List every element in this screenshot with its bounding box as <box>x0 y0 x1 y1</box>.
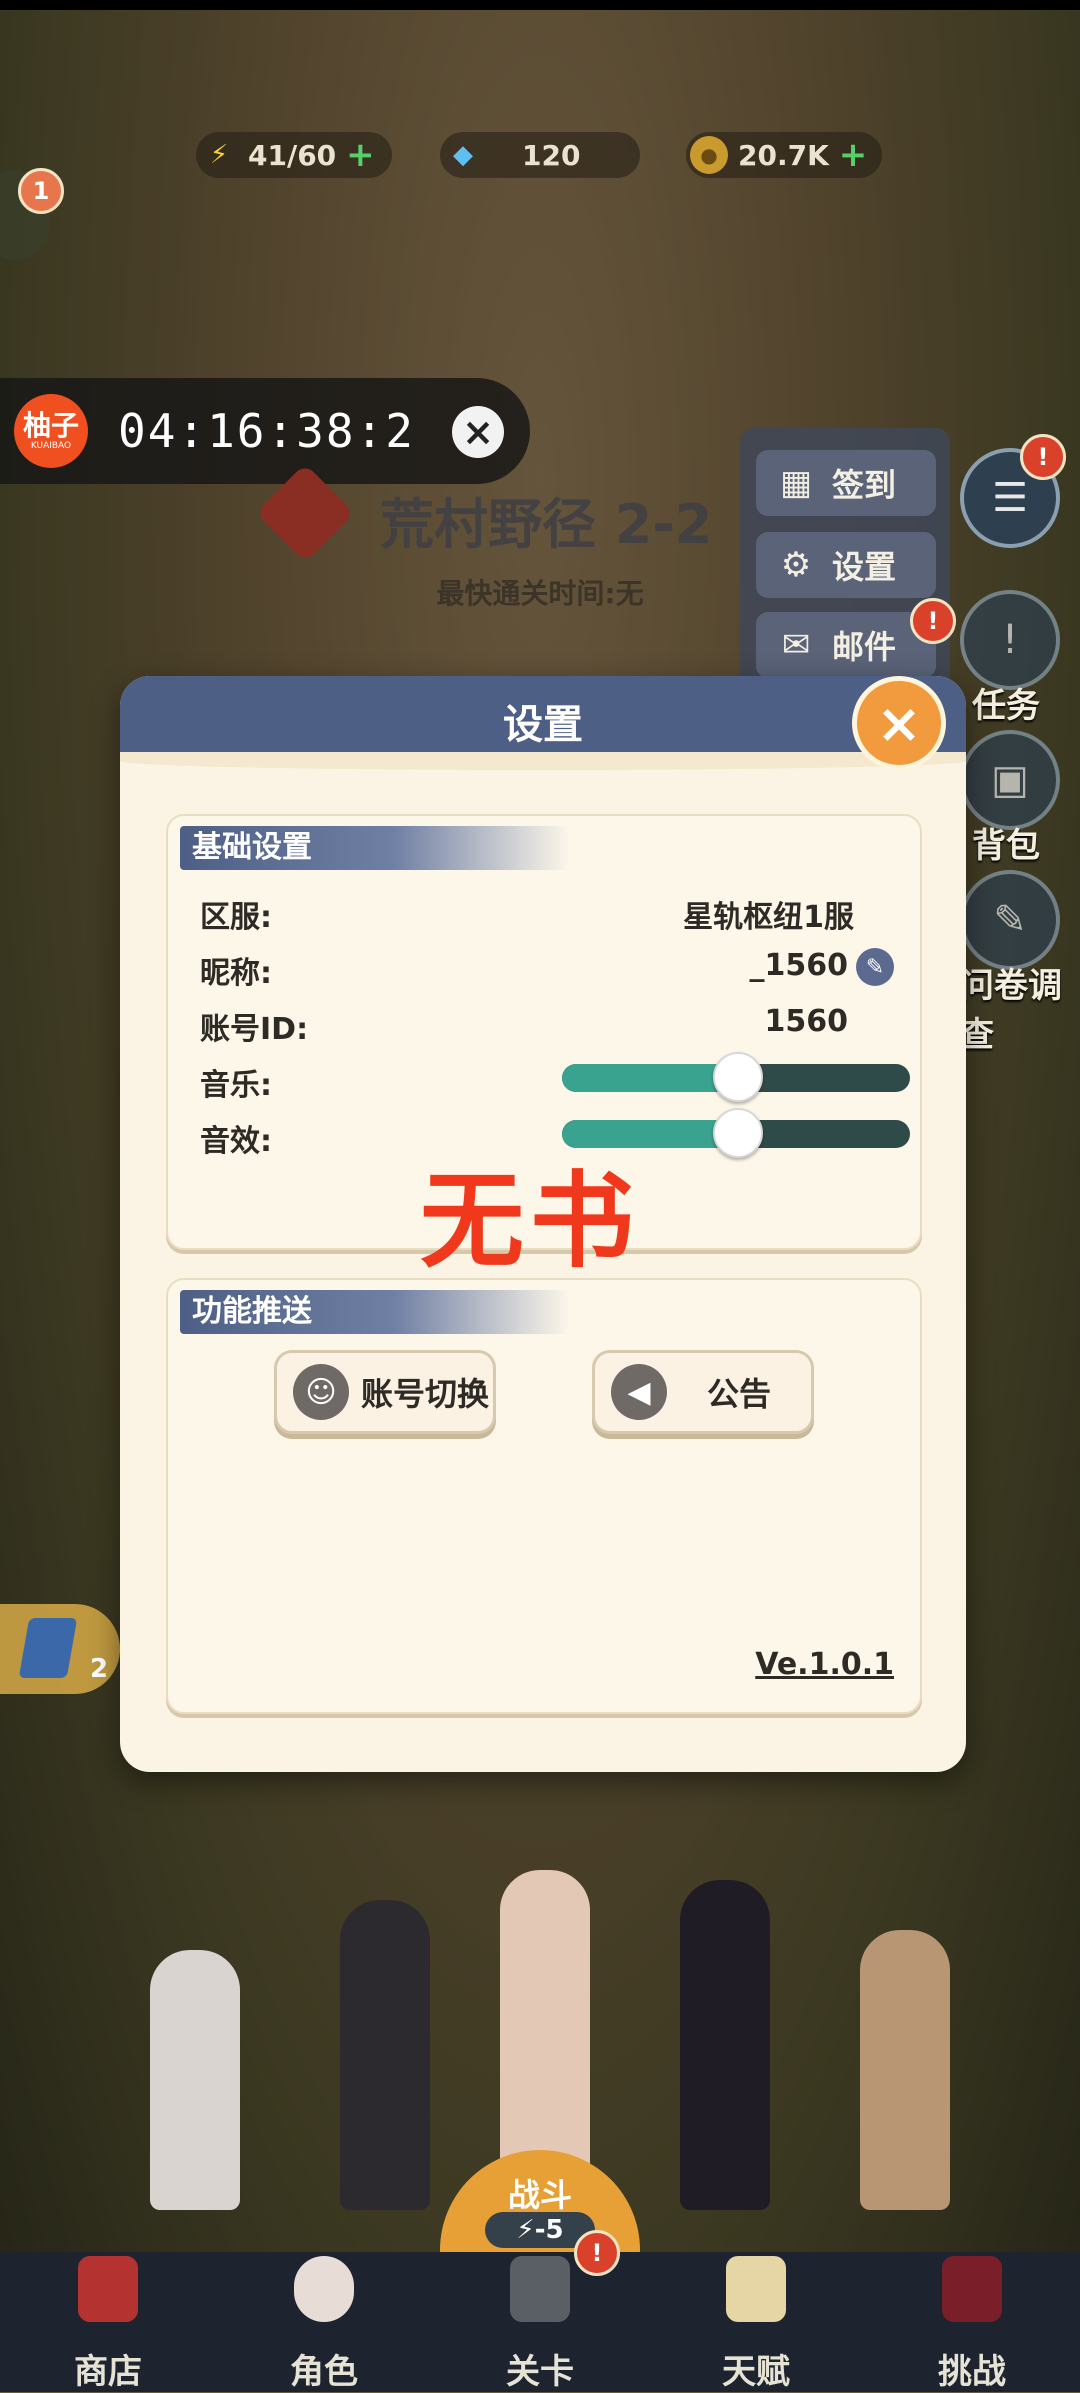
hero-cap-girl[interactable] <box>340 1900 430 2210</box>
edit-icon[interactable]: ✎ <box>856 948 894 986</box>
notification-badge: 1 <box>18 168 64 214</box>
nickname-row: 昵称: _1560 ✎ <box>200 942 894 991</box>
nickname-label: 昵称: <box>200 956 272 991</box>
character-icon <box>294 2256 354 2322</box>
function-heading: 功能推送 <box>180 1290 570 1334</box>
gold-bar[interactable]: ● 20.7K + <box>686 132 882 178</box>
hero-witch[interactable] <box>680 1880 770 2210</box>
mail-button[interactable]: ✉ 邮件 <box>756 612 936 678</box>
music-label: 音乐: <box>200 1068 272 1103</box>
mail-label: 邮件 <box>832 628 897 666</box>
account-label: 账号ID: <box>200 1012 309 1047</box>
nav-stage[interactable]: 关卡 <box>432 2252 648 2392</box>
sfx-label: 音效: <box>200 1124 272 1159</box>
switch-account-label: 账号切换 <box>361 1375 490 1413</box>
mail-alert-badge: ! <box>910 598 956 644</box>
logo-text: 柚子 <box>22 409 79 442</box>
nav-shop-label: 商店 <box>74 2352 142 2392</box>
energy-value: 41/60 <box>248 138 337 172</box>
battle-cost-value: -5 <box>534 2215 564 2245</box>
hero-bunny[interactable] <box>150 1950 240 2210</box>
close-icon: × <box>876 691 922 755</box>
survey-label: 问卷调查 <box>960 966 1062 1055</box>
floating-timer[interactable]: 柚子 KUAIBAO 04:16:38:2 × <box>0 378 530 484</box>
music-row: 音乐: <box>200 1052 910 1103</box>
task-label: 任务 <box>972 686 1040 726</box>
pen-icon: ✎ <box>993 897 1027 943</box>
scroll-icon <box>726 2256 786 2322</box>
bag-label: 背包 <box>972 826 1040 866</box>
stage-title: 荒村野径 2-2 <box>380 493 713 556</box>
mail-icon: ✉ <box>781 625 811 665</box>
account-value: 1560 <box>764 1004 849 1039</box>
diamond-value: 120 <box>522 138 581 172</box>
user-switch-icon: ☺ <box>293 1364 349 1420</box>
task-button[interactable]: ! <box>960 590 1060 690</box>
watermark-text: 无书 <box>420 1160 641 1282</box>
coin-icon: ● <box>690 136 728 174</box>
nav-challenge[interactable]: 挑战 <box>864 2252 1080 2392</box>
add-energy-icon[interactable]: + <box>346 135 375 175</box>
menu-alert-badge: ! <box>1020 434 1066 480</box>
battle-label: 战斗 <box>507 2176 572 2214</box>
nav-talent[interactable]: 天赋 <box>648 2252 864 2392</box>
checkin-label: 签到 <box>832 466 897 504</box>
stage-alert-badge: ! <box>574 2230 620 2276</box>
rifle-icon <box>510 2256 570 2322</box>
nav-character[interactable]: 角色 <box>216 2252 432 2392</box>
music-slider-knob[interactable] <box>713 1052 763 1102</box>
nav-shop[interactable]: 商店 <box>0 2252 216 2392</box>
gear-icon: ⚙ <box>780 545 812 585</box>
survey-button[interactable]: ✎ <box>960 870 1060 970</box>
task-icon: ! <box>1001 617 1019 663</box>
settings-button[interactable]: ⚙ 设置 <box>756 532 936 598</box>
settings-label: 设置 <box>832 548 897 586</box>
function-panel: 功能推送 ☺ 账号切换 ◀ 公告 Ve.1.0.1 <box>166 1278 922 1714</box>
status-bar <box>0 0 1080 10</box>
gift-icon <box>78 2256 138 2322</box>
sfx-slider-knob[interactable] <box>713 1108 763 1158</box>
diamond-icon: ◆ <box>453 140 473 170</box>
bag-button[interactable]: ▣ <box>960 730 1060 830</box>
timer-close-button[interactable]: × <box>452 406 504 458</box>
gold-value: 20.7K <box>738 138 829 172</box>
energy-bar[interactable]: ⚡ 41/60 + <box>196 132 392 178</box>
nav-character-label: 角色 <box>290 2352 358 2392</box>
nav-challenge-label: 挑战 <box>938 2352 1006 2392</box>
crystal-icon <box>18 1618 78 1678</box>
music-slider[interactable] <box>562 1052 910 1102</box>
announcement-button[interactable]: ◀ 公告 <box>592 1350 814 1434</box>
server-label: 区服: <box>200 900 272 935</box>
close-icon: × <box>462 410 494 454</box>
nav-talent-label: 天赋 <box>722 2352 790 2392</box>
hero-sword[interactable] <box>860 1930 950 2210</box>
announcement-label: 公告 <box>707 1375 772 1413</box>
version-link[interactable]: Ve.1.0.1 <box>755 1647 894 1682</box>
dialog-close-button[interactable]: × <box>852 676 946 770</box>
switch-account-button[interactable]: ☺ 账号切换 <box>274 1350 496 1434</box>
list-icon: ☰ <box>992 475 1028 521</box>
nav-stage-label: 关卡 <box>506 2352 574 2392</box>
server-row: 区服: 星轨枢纽1服 <box>200 886 890 935</box>
timer-text: 04:16:38:2 <box>118 404 415 458</box>
app-logo: 柚子 KUAIBAO <box>14 394 88 468</box>
logo-subtext: KUAIBAO <box>30 441 72 451</box>
account-row: 账号ID: 1560 <box>200 998 890 1047</box>
megaphone-icon: ◀ <box>611 1364 667 1420</box>
nickname-value: _1560 <box>749 948 849 983</box>
add-gold-icon[interactable]: + <box>839 135 868 175</box>
server-value: 星轨枢纽1服 <box>683 900 854 935</box>
lightning-icon: ⚡ <box>209 140 229 170</box>
calendar-icon: ▦ <box>779 463 813 503</box>
bag-icon: ▣ <box>991 757 1029 803</box>
challenge-icon <box>942 2256 1002 2322</box>
basic-settings-heading: 基础设置 <box>180 826 570 870</box>
crystal-count: 2 <box>90 1654 109 1684</box>
diamond-bar[interactable]: ◆ 120 <box>440 132 640 178</box>
crystal-counter[interactable]: 2 <box>0 1604 120 1694</box>
dialog-title: 设置 <box>503 702 583 748</box>
checkin-button[interactable]: ▦ 签到 <box>756 450 936 516</box>
music-slider-fill <box>562 1064 736 1092</box>
